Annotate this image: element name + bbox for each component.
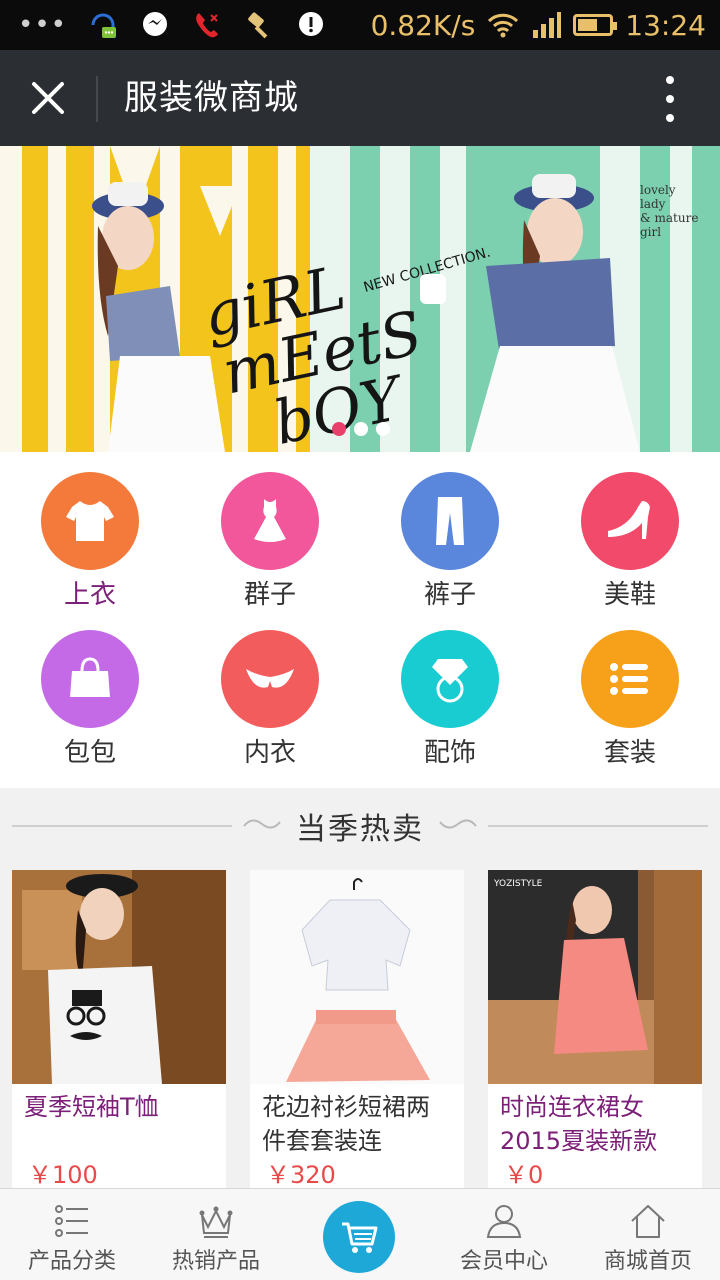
wifi-icon: [488, 13, 519, 38]
category-shoes[interactable]: 美鞋: [540, 452, 720, 610]
user-icon: [486, 1205, 522, 1238]
product-image: [250, 870, 464, 1084]
title-bar: 服装微商城: [0, 50, 720, 146]
category-label: 群子: [243, 580, 296, 610]
close-icon[interactable]: [24, 74, 72, 122]
product-name: 夏季短袖T恤: [24, 1093, 159, 1121]
signal-icon: [533, 12, 562, 38]
system-status: 0.82K/s 13:24: [371, 8, 706, 42]
crown-icon: [199, 1206, 233, 1238]
nav-categories[interactable]: 产品分类: [0, 1189, 144, 1280]
more-notifications-icon: •••: [18, 10, 68, 40]
category-label: 套装: [603, 738, 656, 768]
category-label: 美鞋: [603, 580, 656, 610]
carousel-dot[interactable]: [332, 422, 346, 436]
category-dress[interactable]: 群子: [180, 452, 360, 610]
pants-icon: [401, 472, 499, 570]
shirt-icon: [41, 472, 139, 570]
notification-icons: •••: [18, 8, 327, 42]
nav-label: 产品分类: [27, 1249, 116, 1274]
dress-icon: [221, 472, 319, 570]
nav-member-center[interactable]: 会员中心: [432, 1189, 576, 1280]
battery-icon: [573, 14, 618, 36]
category-tops[interactable]: 上衣: [0, 452, 180, 610]
category-label: 包包: [63, 738, 116, 768]
category-label: 上衣: [63, 580, 116, 610]
product-price: ￥320: [266, 1161, 336, 1188]
carousel-dot[interactable]: [376, 422, 390, 436]
category-underwear[interactable]: 内衣: [180, 610, 360, 768]
category-bags[interactable]: 包包: [0, 610, 180, 768]
category-accessories[interactable]: 配饰: [360, 610, 540, 768]
banner-side-text-4: girl: [640, 225, 661, 239]
cart-icon: [342, 1222, 378, 1253]
category-label: 内衣: [243, 738, 296, 768]
heel-shoe-icon: [581, 472, 679, 570]
promo-banner[interactable]: giRL mEetS bOY NEW COLLECTION. lovely la…: [0, 146, 720, 452]
nav-label: 热销产品: [171, 1249, 260, 1274]
nav-home[interactable]: 商城首页: [576, 1189, 720, 1280]
title-divider: [96, 76, 98, 122]
product-price: ￥100: [28, 1161, 98, 1188]
category-label: 配饰: [423, 738, 476, 768]
handbag-icon: [41, 630, 139, 728]
more-vertical-icon[interactable]: [660, 76, 680, 122]
hot-sales-section: 当季热卖 夏季短袖T恤 ￥100 花边衬衫短裙两件套套装连 ￥320 YOZIS…: [0, 788, 720, 1188]
alert-icon: [299, 12, 324, 36]
page-title: 服装微商城: [124, 78, 299, 118]
bra-icon: [221, 630, 319, 728]
clock: 13:24: [625, 8, 706, 42]
banner-side-text-1: lovely: [640, 183, 676, 197]
carousel-dot[interactable]: [354, 422, 368, 436]
chat-bubble-icon: [143, 12, 168, 36]
list-icon: [581, 630, 679, 728]
status-bar: ••• 0.82K/s 13:24: [0, 0, 720, 50]
headset-chat-icon: [91, 13, 117, 38]
product-image: YOZISTYLE: [488, 870, 702, 1084]
missed-call-icon: [196, 13, 219, 38]
section-header: 当季热卖: [0, 788, 720, 862]
product-price: ￥0: [504, 1161, 544, 1188]
home-icon: [631, 1205, 665, 1238]
diamond-ring-icon: [401, 630, 499, 728]
category-grid: 上衣 群子 裤子 美鞋 包包 内衣 配饰 套装: [0, 452, 720, 788]
banner-side-text-2: lady: [640, 197, 666, 211]
category-pants[interactable]: 裤子: [360, 452, 540, 610]
banner-side-text-3: & mature: [640, 211, 698, 225]
swirl-ornament-icon: [439, 819, 477, 829]
product-name: 花边衬衫短裙两件套套装连: [262, 1093, 430, 1155]
hammer-icon: [248, 12, 268, 39]
photo-tag: YOZISTYLE: [493, 879, 543, 889]
category-sets[interactable]: 套装: [540, 610, 720, 768]
cart-button[interactable]: [323, 1201, 395, 1273]
header-divider: [488, 825, 708, 827]
bottom-nav: 产品分类 热销产品 会员中心 商城首页: [0, 1188, 720, 1280]
nav-label: 商城首页: [603, 1249, 692, 1274]
banner-image: giRL mEetS bOY NEW COLLECTION. lovely la…: [0, 146, 720, 452]
product-card[interactable]: 夏季短袖T恤 ￥100: [12, 870, 226, 1188]
category-list-icon: [55, 1205, 88, 1237]
network-speed: 0.82K/s: [370, 8, 476, 42]
nav-label: 会员中心: [459, 1249, 548, 1274]
category-label: 裤子: [423, 580, 476, 610]
product-name: 时尚连衣裙女2015夏装新款: [500, 1093, 658, 1155]
carousel-indicator[interactable]: [332, 422, 390, 436]
product-image: [12, 870, 226, 1084]
product-card[interactable]: 花边衬衫短裙两件套套装连 ￥320: [250, 870, 464, 1188]
nav-hot-products[interactable]: 热销产品: [144, 1189, 288, 1280]
product-card[interactable]: YOZISTYLE 时尚连衣裙女2015夏装新款 ￥0: [488, 870, 702, 1188]
